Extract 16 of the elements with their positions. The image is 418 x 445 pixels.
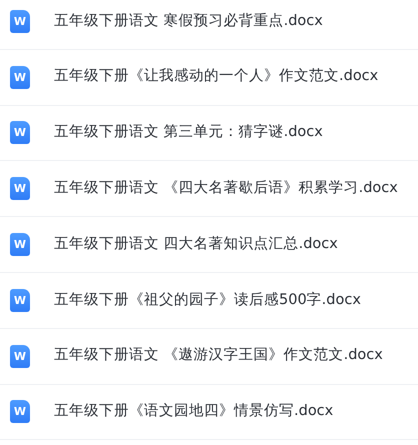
file-name-link[interactable]: 五年级下册语文 《四大名著歇后语》积累学习.docx	[54, 178, 398, 200]
word-file-icon: W	[10, 288, 30, 312]
file-name-link[interactable]: 五年级下册语文 四大名著知识点汇总.docx	[54, 234, 338, 256]
word-file-icon: W	[10, 177, 30, 200]
word-file-icon: W	[10, 66, 30, 89]
file-name-link[interactable]: 五年级下册《祖父的园子》读后感500字.docx	[54, 290, 361, 312]
file-name-link[interactable]: 五年级下册《让我感动的一个人》作文范文.docx	[54, 66, 378, 88]
word-file-icon: W	[10, 233, 30, 256]
file-name-link[interactable]: 五年级下册语文 《遨游汉字王国》作文范文.docx	[54, 345, 383, 368]
word-file-icon: W	[10, 344, 30, 368]
file-name-link[interactable]: 五年级下册语文 寒假预习必背重点.docx	[54, 10, 323, 32]
file-name-link[interactable]: 五年级下册《语文园地四》情景仿写.docx	[54, 401, 334, 423]
word-file-icon: W	[10, 121, 30, 144]
word-file-icon: W	[10, 400, 30, 424]
word-file-icon: W	[10, 10, 30, 33]
file-name-link[interactable]: 五年级下册语文 第三单元：猜字谜.docx	[54, 122, 323, 144]
